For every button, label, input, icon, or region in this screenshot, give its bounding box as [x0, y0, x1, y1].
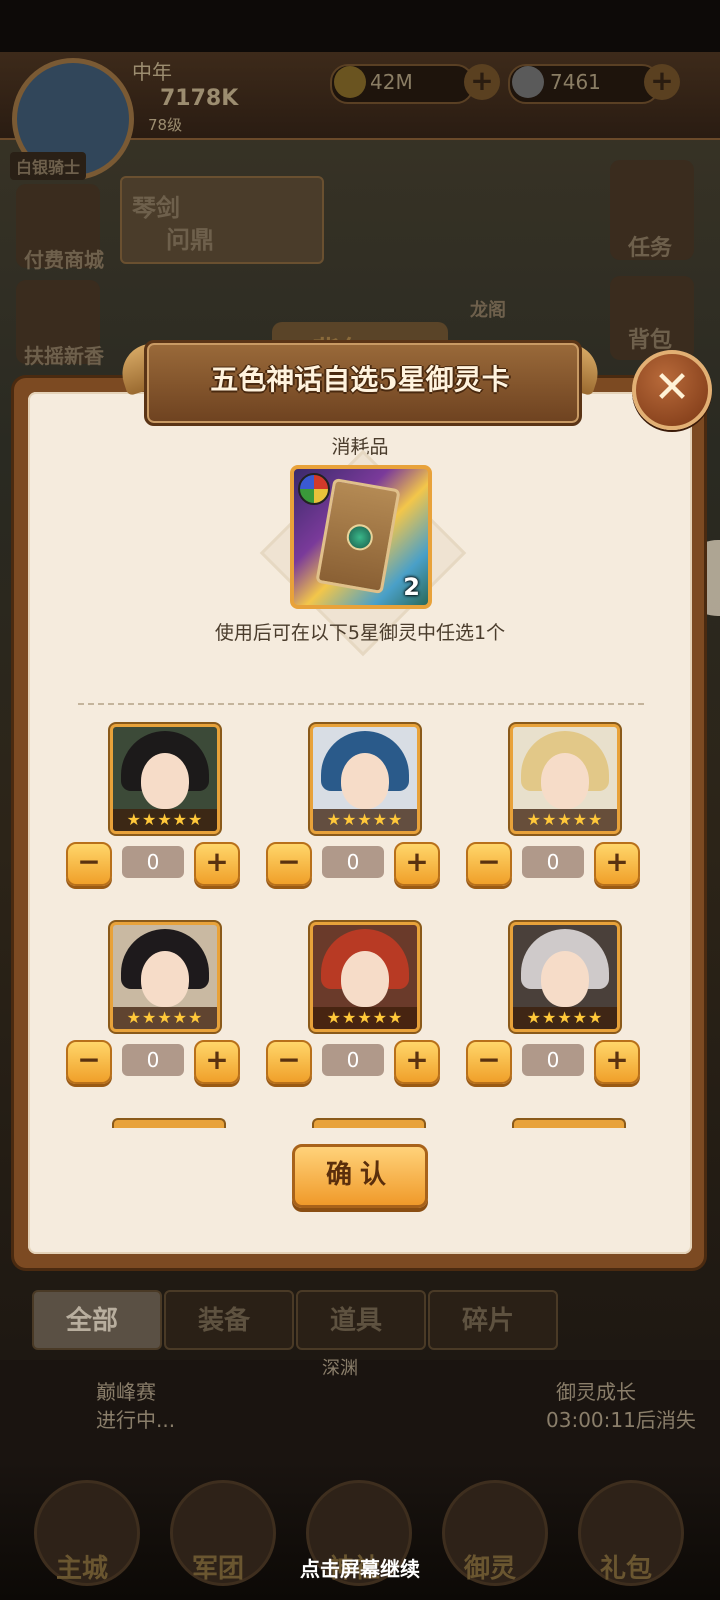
continue-hint[interactable]: 点击屏幕继续 [0, 1553, 720, 1582]
hero-portrait[interactable]: ★★★★★ [510, 724, 620, 834]
decrease-button[interactable]: − [266, 1040, 312, 1084]
increase-button[interactable]: + [594, 842, 640, 886]
hero-portrait-partial[interactable] [112, 1118, 226, 1128]
divider [78, 703, 644, 705]
bag-label: 背包 [628, 327, 673, 353]
hero-portrait[interactable]: ★★★★★ [310, 724, 420, 834]
item-description: 使用后可在以下5星御灵中任选1个 [214, 622, 506, 644]
shop-label: 付费商城 [24, 248, 104, 272]
gem-amount: 7461 [550, 70, 601, 94]
hero-face [541, 753, 589, 809]
quantity-field[interactable]: 0 [322, 1044, 384, 1076]
hero-stars: ★★★★★ [113, 1007, 217, 1029]
hero-face [341, 951, 389, 1007]
hero-stars: ★★★★★ [113, 809, 217, 831]
hero-stars: ★★★★★ [313, 1007, 417, 1029]
hero-portrait[interactable]: ★★★★★ [510, 922, 620, 1032]
task-label: 任务 [628, 235, 673, 261]
hero-option: ★★★★★ − 0 + [466, 922, 686, 1092]
hero-stars: ★★★★★ [513, 809, 617, 831]
quantity-field[interactable]: 0 [522, 846, 584, 878]
decrease-button[interactable]: − [266, 842, 312, 886]
decrease-button[interactable]: − [466, 1040, 512, 1084]
player-name: 中年 [132, 60, 172, 84]
banner-line2: 问鼎 [166, 225, 214, 254]
increase-button[interactable]: + [594, 1040, 640, 1084]
add-gold-button[interactable]: + [464, 64, 500, 100]
hero-option: ★★★★★ − 0 + [66, 724, 286, 894]
player-power: 7178K [160, 86, 239, 111]
gold-coin-icon [334, 66, 366, 98]
gem-icon [512, 66, 544, 98]
increase-button[interactable]: + [394, 1040, 440, 1084]
tab-items-label: 道具 [330, 1306, 383, 1336]
growth-event-timer: 03:00:11后消失 [546, 1408, 696, 1432]
hero-portrait-partial[interactable] [512, 1118, 626, 1128]
hero-face [541, 951, 589, 1007]
increase-button[interactable]: + [194, 1040, 240, 1084]
hero-stars: ★★★★★ [513, 1007, 617, 1029]
dialog-title: 五色神话自选5星御灵卡 [210, 363, 510, 396]
quantity-field[interactable]: 0 [522, 1044, 584, 1076]
growth-event-title: 御灵成长 [556, 1380, 636, 1404]
decrease-button[interactable]: − [66, 842, 112, 886]
item-count: 2 [403, 573, 420, 601]
close-icon: ✕ [653, 362, 691, 413]
quantity-field[interactable]: 0 [122, 1044, 184, 1076]
player-level: 78级 [148, 116, 183, 134]
hero-portrait[interactable]: ★★★★★ [110, 724, 220, 834]
vip-badge: 白银骑士 [10, 152, 87, 180]
event-label: 扶摇新香 [24, 344, 104, 368]
hero-face [141, 951, 189, 1007]
tab-all-label: 全部 [66, 1306, 119, 1336]
item-icon[interactable]: 2 [290, 465, 432, 609]
hero-portrait[interactable]: ★★★★★ [110, 922, 220, 1032]
peak-match-status: 进行中... [96, 1408, 176, 1432]
quantity-field[interactable]: 0 [322, 846, 384, 878]
card-gem-icon [344, 522, 375, 553]
add-gem-button[interactable]: + [644, 64, 680, 100]
decrease-button[interactable]: − [466, 842, 512, 886]
hero-stars: ★★★★★ [313, 809, 417, 831]
increase-button[interactable]: + [194, 842, 240, 886]
quantity-field[interactable]: 0 [122, 846, 184, 878]
hero-face [341, 753, 389, 809]
hero-option: ★★★★★ − 0 + [266, 724, 486, 894]
scene-tag: 龙阁 [470, 300, 506, 321]
gold-amount: 42M [370, 70, 413, 94]
peak-match-title: 巅峰赛 [96, 1380, 156, 1404]
hero-option: ★★★★★ − 0 + [66, 922, 286, 1092]
hero-option: ★★★★★ − 0 + [466, 724, 686, 894]
element-badge-icon [298, 473, 330, 505]
tab-fragments-label: 碎片 [462, 1306, 515, 1336]
top-bar-bg [0, 0, 720, 60]
hero-face [141, 753, 189, 809]
tab-equipment-label: 装备 [198, 1306, 251, 1336]
hero-portrait[interactable]: ★★★★★ [310, 922, 420, 1032]
close-button[interactable]: ✕ [632, 350, 712, 430]
banner-line1: 琴剑 [132, 193, 180, 222]
confirm-button[interactable]: 确认 [292, 1144, 428, 1208]
sub-tag: 深渊 [322, 1358, 358, 1379]
hero-portrait-partial[interactable] [312, 1118, 426, 1128]
increase-button[interactable]: + [394, 842, 440, 886]
hero-option: ★★★★★ − 0 + [266, 922, 486, 1092]
decrease-button[interactable]: − [66, 1040, 112, 1084]
